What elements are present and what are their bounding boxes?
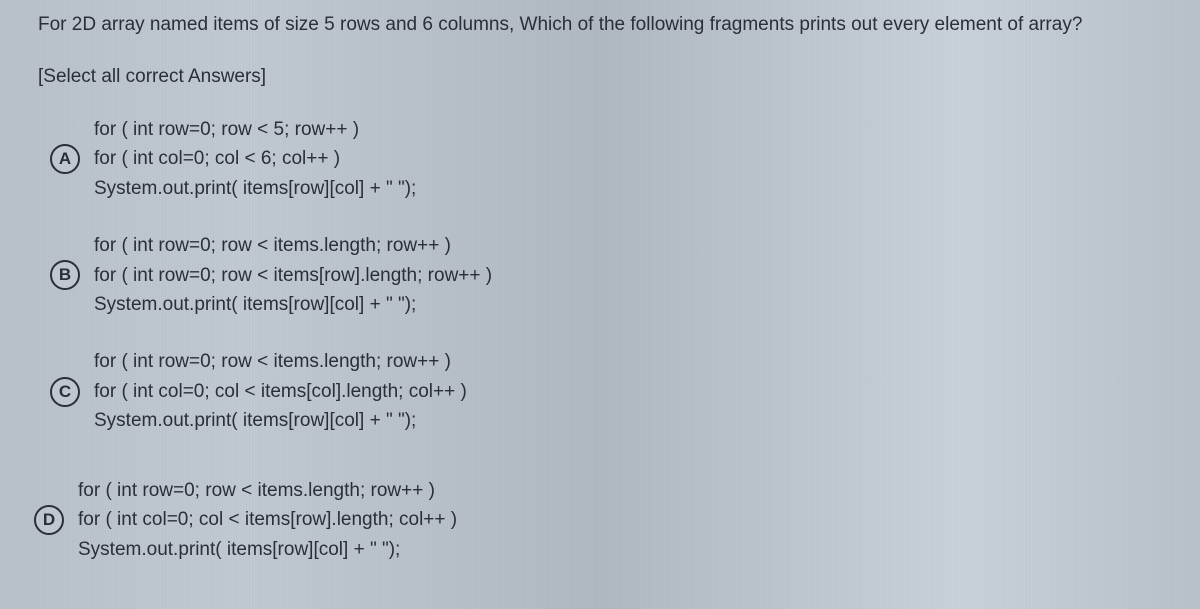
option-letter-a: A <box>50 144 80 174</box>
question-text: For 2D array named items of size 5 rows … <box>38 10 1162 40</box>
option-code-c: for ( int row=0; row < items.length; row… <box>94 347 467 435</box>
code-line: for ( int row=0; row < items.length; row… <box>94 347 467 376</box>
option-letter-c: C <box>50 377 80 407</box>
option-b[interactable]: B for ( int row=0; row < items.length; r… <box>50 231 1162 319</box>
code-line: for ( int row=0; row < items.length; row… <box>78 476 457 505</box>
code-line: for ( int row=0; row < items[row].length… <box>94 261 492 290</box>
option-code-a: for ( int row=0; row < 5; row++ ) for ( … <box>94 115 416 203</box>
option-letter-b: B <box>50 260 80 290</box>
option-code-d: for ( int row=0; row < items.length; row… <box>78 476 457 564</box>
code-line: System.out.print( items[row][col] + " ")… <box>94 406 467 435</box>
code-line: for ( int col=0; col < items[row].length… <box>78 505 457 534</box>
code-line: System.out.print( items[row][col] + " ")… <box>94 174 416 203</box>
code-line: for ( int col=0; col < items[col].length… <box>94 377 467 406</box>
code-line: for ( int col=0; col < 6; col++ ) <box>94 144 416 173</box>
code-line: for ( int row=0; row < items.length; row… <box>94 231 492 260</box>
question-instruction: [Select all correct Answers] <box>38 62 1162 92</box>
code-line: System.out.print( items[row][col] + " ")… <box>78 535 457 564</box>
option-d[interactable]: D for ( int row=0; row < items.length; r… <box>34 476 1162 564</box>
code-line: System.out.print( items[row][col] + " ")… <box>94 290 492 319</box>
option-c[interactable]: C for ( int row=0; row < items.length; r… <box>50 347 1162 435</box>
code-line: for ( int row=0; row < 5; row++ ) <box>94 115 416 144</box>
option-a[interactable]: A for ( int row=0; row < 5; row++ ) for … <box>50 115 1162 203</box>
option-code-b: for ( int row=0; row < items.length; row… <box>94 231 492 319</box>
option-letter-d: D <box>34 505 64 535</box>
